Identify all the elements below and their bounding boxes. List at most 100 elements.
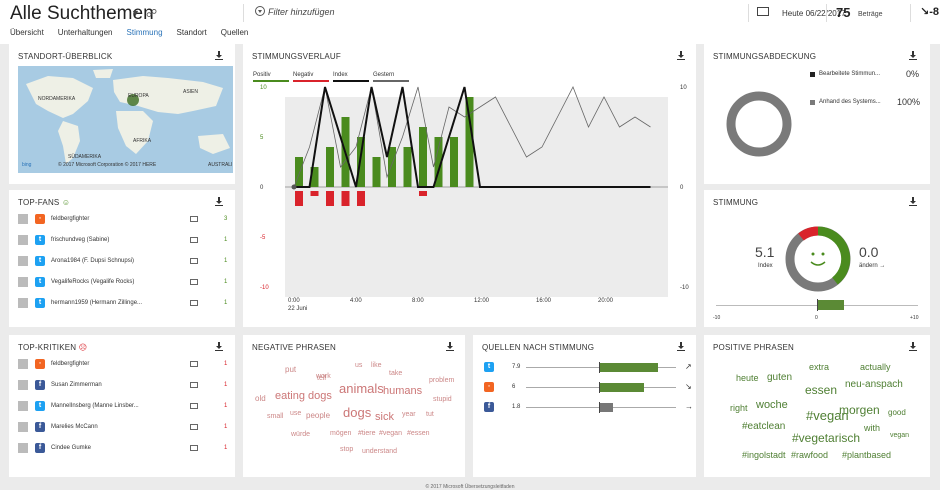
user-name[interactable]: Cindee Gumke — [51, 445, 91, 451]
list-item[interactable]: ◦ feldbergfighter 1 — [18, 357, 228, 373]
user-name[interactable]: Susan Zimmerman — [51, 382, 102, 388]
sentiment-chart[interactable]: Positiv Negativ Index Gestern 10 5 0 -5 -10 10 0 -1… — [243, 44, 696, 327]
phrase[interactable]: essen — [805, 383, 837, 397]
phrase[interactable]: good — [888, 408, 906, 417]
tab-2[interactable]: Stimmung — [127, 28, 163, 39]
download-icon[interactable] — [909, 51, 917, 60]
phrase[interactable]: small — [267, 413, 283, 420]
phrase[interactable]: old — [255, 394, 266, 403]
list-item[interactable]: ◦ feldbergfighter 3 — [18, 212, 228, 228]
phrase[interactable]: mögen — [330, 430, 351, 437]
phrase[interactable]: with — [864, 423, 880, 433]
phrase[interactable]: tut — [426, 411, 434, 418]
phrase[interactable]: stop — [340, 446, 353, 453]
source-row[interactable]: t 7.9 ↗ — [482, 360, 697, 376]
monitor-icon[interactable] — [757, 7, 769, 16]
coverage-donut[interactable] — [719, 84, 799, 164]
user-name[interactable]: VegalifeRocks (Vegalife Rocks) — [51, 279, 134, 285]
tab-1[interactable]: Unterhaltungen — [58, 28, 113, 39]
list-item[interactable]: f Cindee Gumke 1 — [18, 441, 228, 457]
profile-card-icon[interactable] — [190, 279, 198, 285]
profile-card-icon[interactable] — [190, 300, 198, 306]
phrase[interactable]: #essen — [407, 430, 430, 437]
phrase[interactable]: sick — [375, 411, 394, 423]
phrase[interactable]: take — [389, 370, 402, 377]
phrase[interactable]: würde — [291, 431, 310, 438]
source-row[interactable]: ◦ 6 ↘ — [482, 380, 697, 396]
filter-button[interactable]: Filter hinzufügen — [255, 6, 335, 17]
profile-card-icon[interactable] — [190, 237, 198, 243]
phrase[interactable]: actually — [860, 362, 891, 372]
phrase[interactable]: vegan — [890, 432, 909, 439]
download-icon[interactable] — [215, 197, 223, 206]
phrase[interactable]: #rawfood — [791, 450, 828, 460]
user-name[interactable]: hermann1959 (Hermann Zillinge... — [51, 300, 142, 306]
list-item[interactable]: f Susan Zimmerman 1 — [18, 378, 228, 394]
phrase[interactable]: put — [285, 365, 296, 374]
user-name[interactable]: MannelInsberg (Manne Linsber... — [51, 403, 139, 409]
phrase[interactable]: understand — [362, 448, 397, 455]
phrase[interactable]: us — [355, 362, 362, 369]
phrase[interactable]: humans — [383, 385, 422, 397]
phrase[interactable]: stupid — [433, 396, 452, 403]
phrase[interactable]: neu-anspach — [845, 379, 903, 390]
profile-card-icon[interactable] — [190, 216, 198, 222]
download-icon[interactable] — [215, 342, 223, 351]
profile-card-icon[interactable] — [190, 424, 198, 430]
tab-3[interactable]: Standort — [177, 28, 207, 39]
phrase[interactable]: eating dogs — [275, 390, 332, 402]
quellen-card: QUELLEN NACH STIMMUNG t 7.9 ↗ ◦ 6 ↘ f 1.8 → — [473, 335, 696, 477]
download-icon[interactable] — [909, 197, 917, 206]
chevron-down-icon[interactable]: ▼ — [131, 8, 140, 18]
tab-4[interactable]: Quellen — [221, 28, 249, 39]
sentiment-gauge[interactable] — [783, 224, 853, 294]
phrase[interactable]: #ingolstadt — [742, 450, 786, 460]
user-name[interactable]: feldbergfighter — [51, 216, 89, 222]
phrase[interactable]: use — [290, 410, 301, 417]
frown-icon: ☹ — [78, 343, 88, 352]
phrase[interactable]: guten — [767, 372, 792, 383]
source-score: 7.9 — [512, 364, 521, 370]
share-icon[interactable]: ☍ — [146, 7, 157, 20]
user-name[interactable]: feldbergfighter — [51, 361, 89, 367]
user-name[interactable]: Marelies McCann — [51, 424, 98, 430]
phrase[interactable]: right — [730, 403, 748, 413]
profile-card-icon[interactable] — [190, 382, 198, 388]
phrase[interactable]: morgen — [839, 403, 880, 417]
phrase[interactable]: animals — [339, 381, 384, 396]
list-item[interactable]: f Marelies McCann 1 — [18, 420, 228, 436]
download-icon[interactable] — [446, 342, 454, 351]
tab-0[interactable]: Übersicht — [10, 28, 44, 39]
user-name[interactable]: frischundveg (Sabine) — [51, 237, 109, 243]
phrase[interactable]: people — [306, 411, 330, 420]
download-icon[interactable] — [677, 342, 685, 351]
list-item[interactable]: t frischundveg (Sabine) 1 — [18, 233, 228, 249]
download-icon[interactable] — [909, 342, 917, 351]
phrase[interactable]: woche — [756, 399, 788, 411]
list-item[interactable]: t VegalifeRocks (Vegalife Rocks) 1 — [18, 275, 228, 291]
phrase[interactable]: like — [371, 362, 382, 369]
user-name[interactable]: Arona1984 (F. Dupsi Schnupsi) — [51, 258, 134, 264]
profile-card-icon[interactable] — [190, 445, 198, 451]
phrase[interactable]: #vegan — [379, 430, 402, 437]
profile-card-icon[interactable] — [190, 258, 198, 264]
phrase[interactable]: heute — [736, 373, 759, 383]
phrase[interactable]: #eatclean — [742, 421, 785, 432]
phrase[interactable]: problem — [429, 377, 454, 384]
download-icon[interactable] — [215, 51, 223, 60]
y-tick: -10 — [260, 285, 269, 291]
phrase[interactable]: #tiere — [358, 430, 376, 437]
phrase[interactable]: work — [316, 373, 331, 380]
list-item[interactable]: t hermann1959 (Hermann Zillinge... 1 — [18, 296, 228, 312]
world-map[interactable]: NORDAMERIKA EUROPA ASIEN AFRIKA SÜDAMERI… — [18, 66, 233, 173]
source-row[interactable]: f 1.8 → — [482, 400, 697, 416]
phrase[interactable]: extra — [809, 362, 829, 372]
phrase[interactable]: year — [402, 411, 416, 418]
phrase[interactable]: #vegetarisch — [792, 431, 860, 445]
profile-card-icon[interactable] — [190, 403, 198, 409]
list-item[interactable]: t Arona1984 (F. Dupsi Schnupsi) 1 — [18, 254, 228, 270]
profile-card-icon[interactable] — [190, 361, 198, 367]
list-item[interactable]: t MannelInsberg (Manne Linsber... 1 — [18, 399, 228, 415]
phrase[interactable]: dogs — [343, 405, 371, 420]
phrase[interactable]: #plantbased — [842, 450, 891, 460]
